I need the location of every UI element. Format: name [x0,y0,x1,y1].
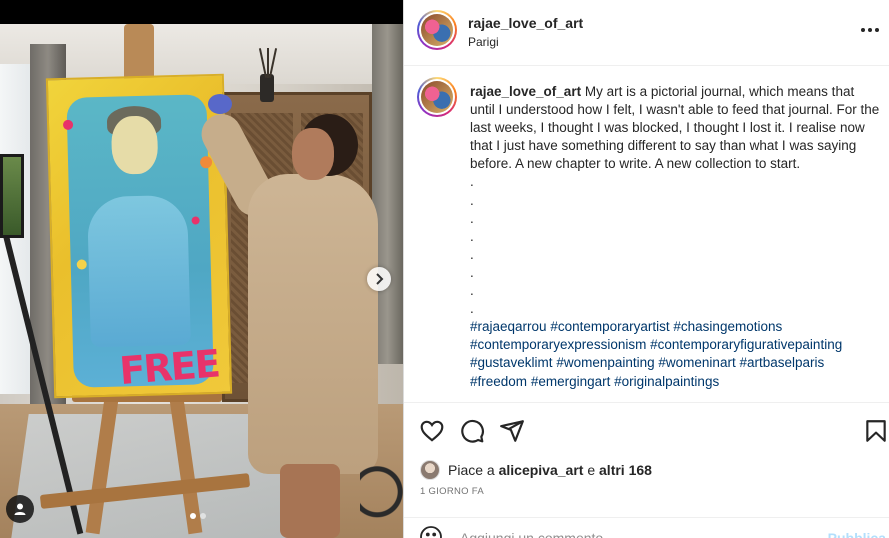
post-media: FREE [0,0,403,538]
comment-button[interactable] [459,418,485,444]
avatar-border [419,12,455,48]
more-horizontal-icon [875,28,879,32]
avatar-image [421,14,453,46]
hashtag-link[interactable]: #contemporaryartist [550,319,669,334]
comment-icon [461,419,484,443]
caption-dot: . [470,283,474,299]
painting-face [110,115,159,175]
caption-dot: . [470,228,474,244]
caption-dot: . [470,246,474,262]
avatar-image [421,81,453,113]
carousel-next-button[interactable] [367,267,391,291]
add-comment-bar: Pubblica [404,517,889,538]
liker-username[interactable]: alicepiva_art [499,462,584,478]
hashtag-link[interactable]: #emergingart [531,374,611,389]
carousel-dot [200,513,206,519]
post-header: rajae_love_of_art Parigi [404,0,889,66]
caption-hashtags: #rajaeqarrou #contemporaryartist #chasin… [470,318,880,390]
caption-dot: . [470,301,474,317]
liker-avatar[interactable] [420,460,440,480]
post-photo[interactable]: FREE [0,24,403,538]
author-username[interactable]: rajae_love_of_art [468,15,583,31]
hashtag-link[interactable]: #gustaveklimt [470,355,553,370]
caption-text: rajae_love_of_art My art is a pictorial … [470,83,880,391]
likes-conjunction: e [587,462,596,478]
post-side-panel: rajae_love_of_art Parigi rajae_love_of_a… [403,0,889,538]
hashtag-link[interactable]: #chasingemotions [673,319,782,334]
emoji-button[interactable] [419,525,443,538]
hashtag-link[interactable]: #womeninart [658,355,735,370]
hashtag-link[interactable]: #originalpaintings [614,374,719,389]
post-location[interactable]: Parigi [468,35,499,49]
more-options-button[interactable] [858,20,882,40]
bookmark-icon [866,420,886,442]
more-horizontal-icon [861,28,865,32]
caption-dot: . [470,264,474,280]
chevron-right-icon [376,273,384,285]
carousel-dot [190,513,196,519]
likes-summary: Piace a alicepiva_art e altri 168 [420,459,652,481]
hashtag-link[interactable]: #freedom [470,374,527,389]
photo-diffuser [260,74,274,102]
emoji-icon [420,526,442,538]
hashtag-link[interactable]: #rajaeqarrou [470,319,547,334]
publish-comment-button[interactable]: Pubblica [828,530,886,538]
heart-icon [420,420,444,442]
author-avatar[interactable] [417,10,457,50]
post-timestamp[interactable]: 1 GIORNO FA [420,486,484,497]
likes-text: Piace a alicepiva_art e altri 168 [448,462,652,478]
likes-others-link[interactable]: altri 168 [599,462,652,478]
caption-dot: . [470,210,474,226]
hashtag-link[interactable]: #artbaselparis [739,355,824,370]
avatar-border [419,79,455,115]
woman-legs [280,464,340,538]
painting-dot [199,156,213,169]
woman-coat [248,174,378,474]
hashtag-link[interactable]: #contemporaryfigurativepainting [650,337,842,352]
comment-input[interactable] [460,528,820,538]
caption-author-avatar[interactable] [417,77,457,117]
likes-prefix: Piace a [448,462,495,478]
caption-dot: . [470,192,474,208]
user-tag-icon [14,503,26,515]
painting-text: FREE [117,341,221,394]
photo-tripod-device [0,154,24,238]
more-horizontal-icon [868,28,872,32]
woman-glove [208,94,232,114]
painting-body [86,194,191,348]
share-icon [500,420,524,442]
hashtag-link[interactable]: #womenpainting [556,355,654,370]
caption-dot: . [470,174,474,190]
caption-section: rajae_love_of_art My art is a pictorial … [404,67,889,401]
woman-face [292,128,334,180]
carousel-indicator [190,513,206,519]
share-button[interactable] [499,418,525,444]
hashtag-link[interactable]: #contemporaryexpressionism [470,337,646,352]
photo-chair [360,384,403,538]
post-actions [404,402,889,458]
save-button[interactable] [863,418,889,444]
tagged-users-button[interactable] [6,495,34,523]
caption-dots: . . . . . . . . [470,173,880,318]
caption-username[interactable]: rajae_love_of_art [470,84,581,99]
like-button[interactable] [419,418,445,444]
